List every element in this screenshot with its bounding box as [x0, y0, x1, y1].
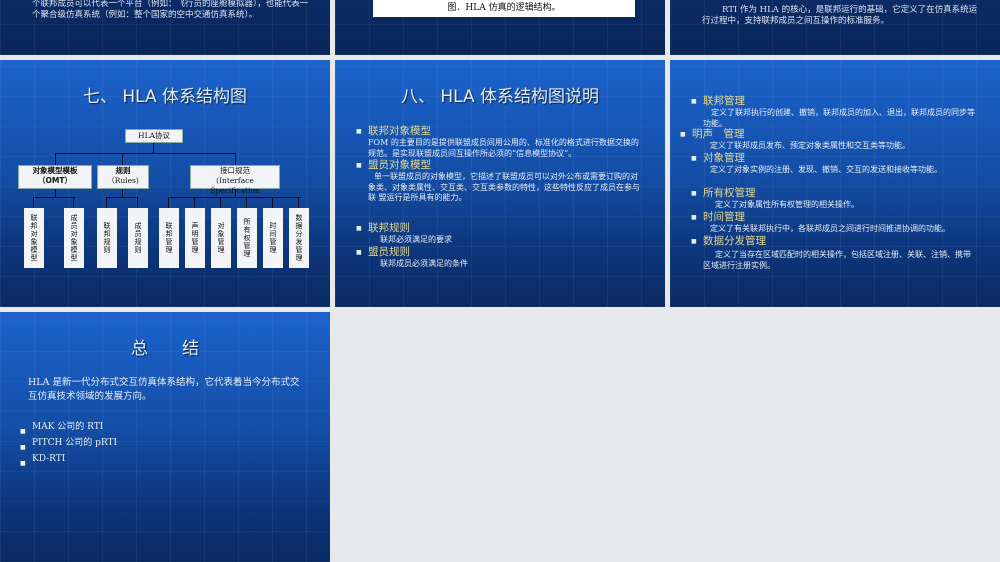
bullet-text: 定义了对象属性所有权管理的相关操作。	[715, 200, 859, 209]
connector-line	[168, 197, 169, 208]
bullet-heading: 所有权管理	[691, 187, 984, 200]
diagram-leaf: 联邦管理	[159, 208, 179, 268]
bullet-heading: 数据分发管理	[691, 235, 984, 248]
connector-line	[153, 143, 154, 153]
slide-text: RTI 作为 HLA 的核心，是联邦运行的基础，它定义了在仿真系统运行过程中，支…	[702, 5, 978, 26]
connector-line	[33, 197, 34, 208]
connector-line	[220, 197, 221, 208]
bullet-text: 联邦必须满足的要求	[380, 235, 452, 244]
slide-title: 总 结	[131, 339, 199, 359]
diagram-node-interface: 接口规范(Interface Specification	[190, 165, 280, 195]
slide-thumbnail-6[interactable]: 联邦管理 定义了联邦执行的创建、撤销，联邦成员的加入、退出，联邦成员的同步等功能…	[670, 60, 1000, 307]
diagram-leaf: 成员对象模型	[64, 208, 84, 268]
connector-line	[122, 153, 123, 165]
diagram-node-omt: 对象模型模板 （OMT）	[18, 165, 92, 189]
connector-line	[246, 197, 247, 208]
diagram-leaf: 数据分发管理	[289, 208, 309, 268]
slide-thumbnail-2[interactable]: 图．HLA 仿真的逻辑结构。	[335, 0, 665, 55]
connector-line	[55, 189, 56, 197]
diagram-root: HLA协议	[125, 129, 183, 143]
connector-line	[272, 197, 273, 208]
bullet-heading: 对象管理	[691, 152, 984, 165]
figure-image: 图．HLA 仿真的逻辑结构。	[373, 0, 635, 17]
diagram-leaf: 成员规则	[128, 208, 148, 268]
bullet-text: 单一联盟成员的对象模型，它描述了联盟成员可以对外公布或需要订购的对象类、对象类属…	[368, 172, 640, 202]
bullet-text: 定义了有关联邦执行中，各联邦成员之间进行时间推进协调的功能。	[710, 224, 950, 233]
connector-line	[55, 153, 235, 154]
connector-line	[73, 197, 74, 208]
diagram-leaf: 所有权管理	[237, 208, 257, 268]
bullet-heading: 联邦管理	[691, 95, 984, 108]
diagram-leaf: 联邦对象模型	[24, 208, 44, 268]
slide-thumbnail-7[interactable]: 总 结 HLA 是新一代分布式交互仿真体系结构，它代表着当今分布式交互仿真技术领…	[0, 312, 330, 562]
bullet-text: FOM 的主要目的是提供联盟成员间用公用的、标准化的格式进行数据交换的规范。是实…	[368, 138, 639, 158]
bullet-item: KD-RTI	[32, 454, 66, 464]
bullet-text: 联邦成员必须满足的条件	[380, 259, 468, 268]
bullet-heading: 联邦规则	[356, 222, 649, 235]
diagram-leaf: 对象管理	[211, 208, 231, 268]
bullet-text: 定义了联邦执行的创建、撤销，联邦成员的加入、退出，联邦成员的同步等功能。	[703, 108, 975, 128]
connector-line	[106, 197, 107, 208]
bullet-heading: 明声 管理	[680, 128, 984, 141]
connector-line	[107, 197, 138, 198]
bullet-heading: 盟员规则	[356, 246, 649, 259]
connector-line	[235, 189, 236, 197]
slide-title: 七、 HLA 体系结构图	[82, 87, 248, 107]
slide-thumbnail-4[interactable]: 七、 HLA 体系结构图 HLA协议 对象模型模板 （OMT） 规则 （Rules)…	[0, 60, 330, 307]
bullet-text: 定义了对象实例的注册、发现、撤销、交互的发送和接收等功能。	[710, 165, 942, 174]
bullet-heading: 时间管理	[691, 211, 984, 224]
bullet-heading: 联邦对象模型	[356, 125, 649, 138]
slide-text: 个联邦成员可以代表一个平台（例如：飞行员的座舱模拟器），也能代表一个聚合级仿真系…	[32, 0, 309, 20]
connector-line	[194, 197, 195, 208]
slide-thumbnail-1[interactable]: 个联邦成员可以代表一个平台（例如：飞行员的座舱模拟器），也能代表一个聚合级仿真系…	[0, 0, 330, 55]
diagram-leaf: 声明管理	[185, 208, 205, 268]
connector-line	[170, 197, 301, 198]
bullet-item: MAK 公司的 RTI	[32, 422, 104, 432]
bullet-item: PITCH 公司的 pRTI	[32, 438, 118, 448]
connector-line	[35, 197, 76, 198]
connector-line	[298, 197, 299, 208]
connector-line	[55, 153, 56, 165]
slide-text: HLA 是新一代分布式交互仿真体系结构，它代表着当今分布式交互仿真技术领域的发展…	[28, 377, 300, 402]
slide-thumbnail-3[interactable]: RTI 作为 HLA 的核心，是联邦运行的基础，它定义了在仿真系统运行过程中，支…	[670, 0, 1000, 55]
bullet-text: 定义了当存在区域匹配时的相关操作，包括区域注册、关联、注销、携带区域进行注册实例…	[703, 250, 971, 270]
connector-line	[235, 153, 236, 165]
diagram-leaf: 联邦规则	[97, 208, 117, 268]
connector-line	[122, 189, 123, 197]
connector-line	[137, 197, 138, 208]
slide-title: 八、 HLA 体系结构图说明	[400, 87, 600, 107]
diagram-leaf: 时间管理	[263, 208, 283, 268]
figure-caption: 图．HLA 仿真的逻辑结构。	[447, 3, 561, 13]
bullet-markers: ■ ■ ■	[20, 428, 26, 467]
slide-thumbnail-5[interactable]: 八、 HLA 体系结构图说明 联邦对象模型 FOM 的主要目的是提供联盟成员间用…	[335, 60, 665, 307]
diagram-node-rules: 规则 （Rules)	[97, 165, 149, 189]
bullet-heading: 盟员对象模型	[356, 159, 649, 172]
bullet-text: 定义了联邦成员发布、预定对象类属性和交互类等功能。	[710, 141, 910, 150]
